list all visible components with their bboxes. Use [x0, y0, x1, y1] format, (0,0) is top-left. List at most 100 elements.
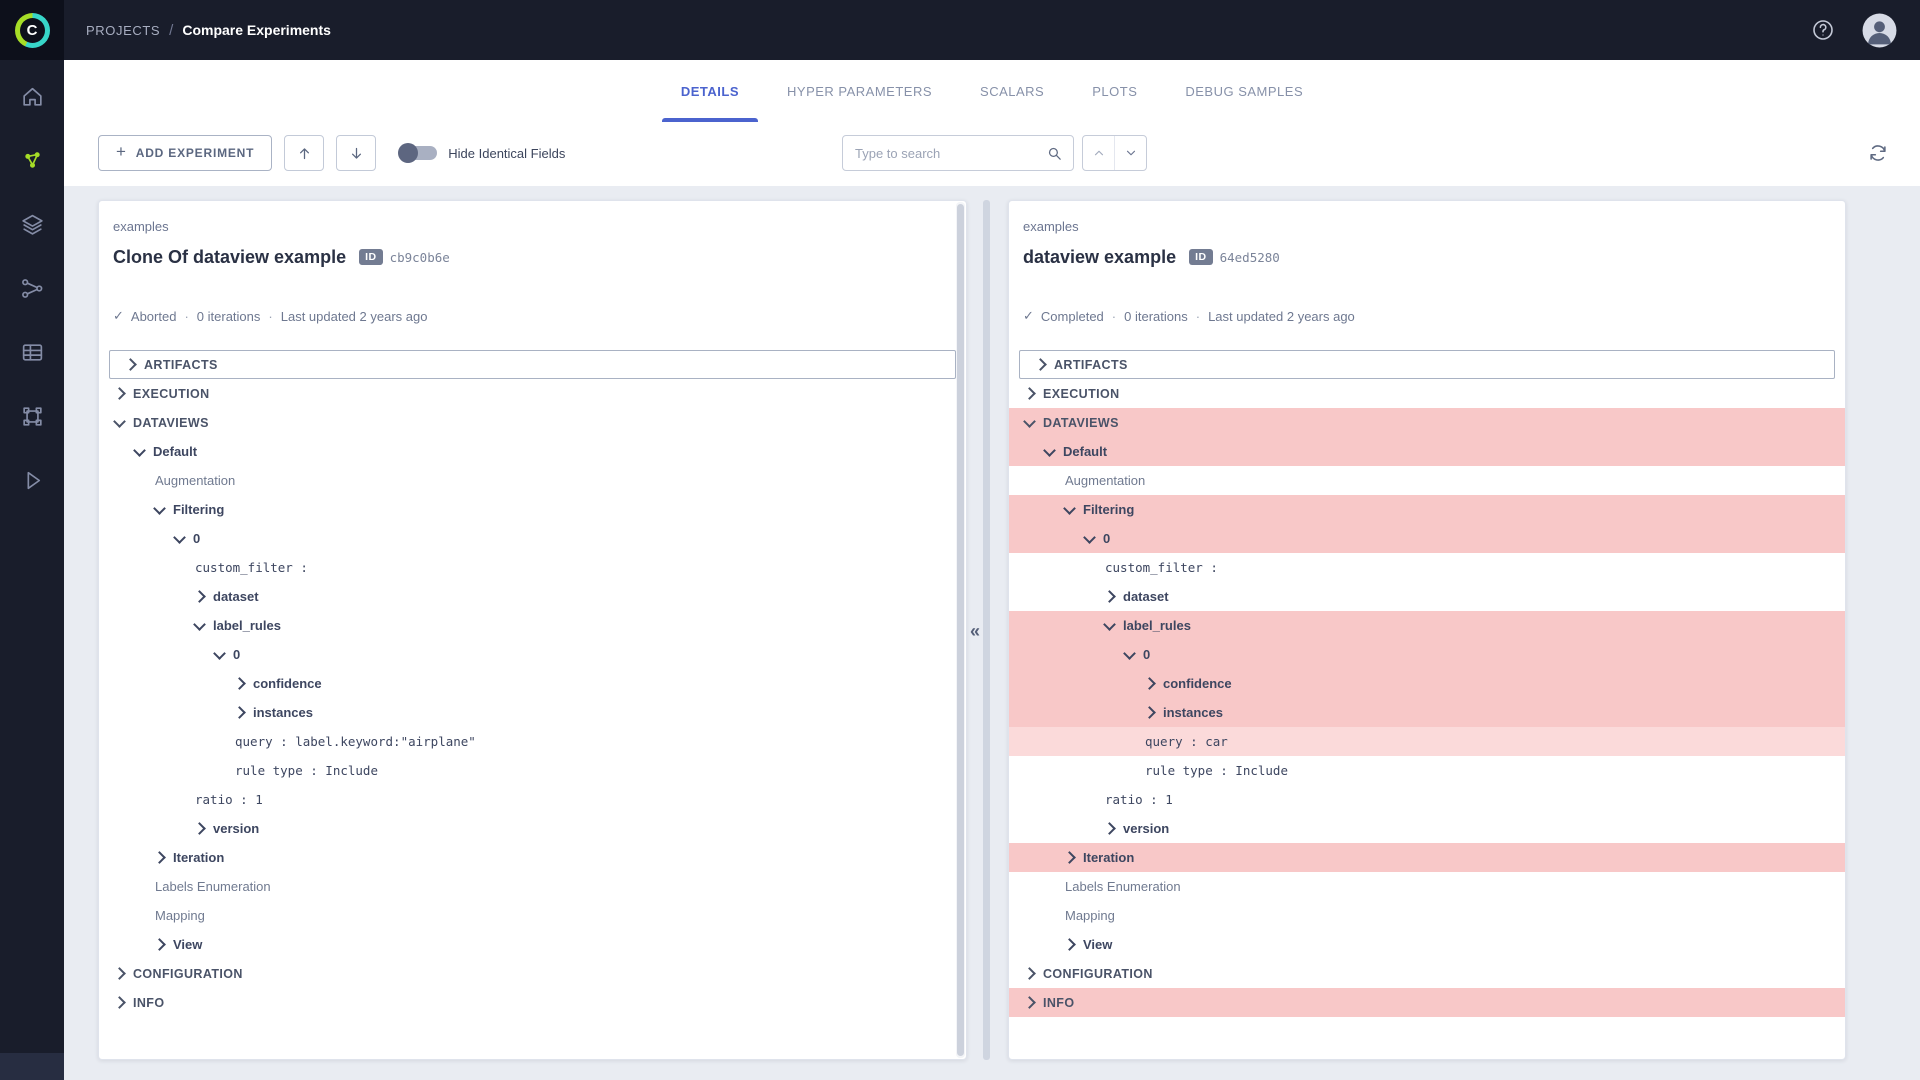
tab-hyper-parameters[interactable]: HYPER PARAMETERS [785, 60, 934, 122]
tree-row-label: label_rules [1123, 618, 1191, 633]
tree-row-instances[interactable]: instances [99, 698, 966, 727]
tree-row-0[interactable]: 0 [99, 640, 966, 669]
add-experiment-button[interactable]: + ADD EXPERIMENT [98, 135, 272, 171]
panel-divider[interactable] [983, 200, 990, 1060]
chevron-right-icon[interactable] [1143, 677, 1156, 690]
tree-row-label: Mapping [155, 908, 205, 923]
tree-row-view[interactable]: View [99, 930, 966, 959]
tree-row-default[interactable]: Default [1009, 437, 1845, 466]
sidebar-item-queues[interactable] [0, 320, 64, 384]
tree-row-view[interactable]: View [1009, 930, 1845, 959]
chevron-down-icon[interactable] [133, 444, 146, 457]
tree-row-label: confidence [1163, 676, 1232, 691]
sidebar-item-annotator[interactable] [0, 384, 64, 448]
tree-row-info[interactable]: INFO [1009, 988, 1845, 1017]
tree-row-confidence[interactable]: confidence [99, 669, 966, 698]
tree-row-0[interactable]: 0 [1009, 524, 1845, 553]
chevron-down-icon[interactable] [1083, 531, 1096, 544]
sort-up-button[interactable] [284, 135, 324, 171]
tree-row-0[interactable]: 0 [99, 524, 966, 553]
chevron-right-icon[interactable] [233, 677, 246, 690]
help-icon[interactable] [1811, 18, 1835, 42]
tab-debug-samples[interactable]: DEBUG SAMPLES [1183, 60, 1305, 122]
chevron-right-icon[interactable] [1023, 967, 1036, 980]
chevron-down-icon[interactable] [1023, 415, 1036, 428]
tree-row-dataset[interactable]: dataset [1009, 582, 1845, 611]
chevron-down-icon[interactable] [193, 618, 206, 631]
tree-row-label-rules[interactable]: label_rules [1009, 611, 1845, 640]
tab-details[interactable]: DETAILS [679, 60, 741, 122]
chevron-right-icon[interactable] [1023, 996, 1036, 1009]
chevron-right-icon[interactable] [113, 387, 126, 400]
tree-row-0[interactable]: 0 [1009, 640, 1845, 669]
tree-row-dataviews[interactable]: DATAVIEWS [1009, 408, 1845, 437]
clearml-logo[interactable]: C [0, 0, 64, 60]
chevron-right-icon[interactable] [113, 967, 126, 980]
tree-row-configuration[interactable]: CONFIGURATION [1009, 959, 1845, 988]
tree-row-instances[interactable]: instances [1009, 698, 1845, 727]
tree-row-artifacts[interactable]: ARTIFACTS [109, 350, 956, 379]
tree-row-version[interactable]: version [1009, 814, 1845, 843]
refresh-button[interactable] [1864, 139, 1892, 167]
search-next-button[interactable] [1114, 136, 1146, 170]
chevron-down-icon[interactable] [173, 531, 186, 544]
chevron-right-icon[interactable] [1063, 938, 1076, 951]
tree-row-label: INFO [133, 996, 164, 1010]
tree-row-ratio-1: ratio : 1 [99, 785, 966, 814]
chevron-down-icon[interactable] [153, 502, 166, 515]
sidebar-item-pipelines[interactable] [0, 256, 64, 320]
search-input[interactable] [843, 146, 1046, 161]
tree-row-label-rules[interactable]: label_rules [99, 611, 966, 640]
project-name: examples [1023, 219, 1831, 234]
tree-row-dataviews[interactable]: DATAVIEWS [99, 408, 966, 437]
chevron-right-icon[interactable] [1034, 358, 1047, 371]
user-avatar-icon[interactable] [1861, 12, 1898, 49]
tree-row-execution[interactable]: EXECUTION [99, 379, 966, 408]
sort-down-button[interactable] [336, 135, 376, 171]
chevron-right-icon[interactable] [1103, 822, 1116, 835]
tab-plots[interactable]: PLOTS [1090, 60, 1139, 122]
chevron-down-icon[interactable] [1043, 444, 1056, 457]
chevron-right-icon[interactable] [1143, 706, 1156, 719]
dot-separator: · [268, 309, 272, 324]
tree-row-version[interactable]: version [99, 814, 966, 843]
chevron-down-icon[interactable] [113, 415, 126, 428]
sidebar-item-datasets[interactable] [0, 192, 64, 256]
tree-row-artifacts[interactable]: ARTIFACTS [1019, 350, 1835, 379]
tree-row-default[interactable]: Default [99, 437, 966, 466]
tree-row-dataset[interactable]: dataset [99, 582, 966, 611]
tree-row-info[interactable]: INFO [99, 988, 966, 1017]
tree-row-filtering[interactable]: Filtering [1009, 495, 1845, 524]
tree-row-configuration[interactable]: CONFIGURATION [99, 959, 966, 988]
tab-scalars[interactable]: SCALARS [978, 60, 1046, 122]
chevron-right-icon[interactable] [1103, 590, 1116, 603]
chevron-right-icon[interactable] [233, 706, 246, 719]
chevron-right-icon[interactable] [124, 358, 137, 371]
tree-row-filtering[interactable]: Filtering [99, 495, 966, 524]
sidebar-item-projects[interactable] [0, 128, 64, 192]
chevron-right-icon[interactable] [113, 996, 126, 1009]
breadcrumb-projects-link[interactable]: PROJECTS [86, 23, 160, 38]
sidebar-item-applications[interactable] [0, 448, 64, 512]
tree-row-confidence[interactable]: confidence [1009, 669, 1845, 698]
chevron-right-icon[interactable] [1063, 851, 1076, 864]
hide-identical-toggle[interactable] [400, 146, 437, 160]
sidebar-item-home[interactable] [0, 64, 64, 128]
tree-row-execution[interactable]: EXECUTION [1009, 379, 1845, 408]
chevron-right-icon[interactable] [153, 938, 166, 951]
chevron-down-icon[interactable] [213, 647, 226, 660]
chevron-down-icon[interactable] [1123, 647, 1136, 660]
search-prev-button[interactable] [1083, 136, 1114, 170]
tree-row-iteration[interactable]: Iteration [99, 843, 966, 872]
chevron-down-icon[interactable] [1063, 502, 1076, 515]
chevron-right-icon[interactable] [1023, 387, 1036, 400]
search-icon[interactable] [1046, 145, 1063, 162]
chevron-right-icon[interactable] [193, 822, 206, 835]
chevron-right-icon[interactable] [193, 590, 206, 603]
chevron-down-icon[interactable] [1103, 618, 1116, 631]
tree-row-label: ARTIFACTS [144, 358, 218, 372]
tree-row-label: DATAVIEWS [133, 416, 209, 430]
chevron-right-icon[interactable] [153, 851, 166, 864]
tree-row-iteration[interactable]: Iteration [1009, 843, 1845, 872]
tree-row-label: ratio : 1 [195, 792, 263, 807]
